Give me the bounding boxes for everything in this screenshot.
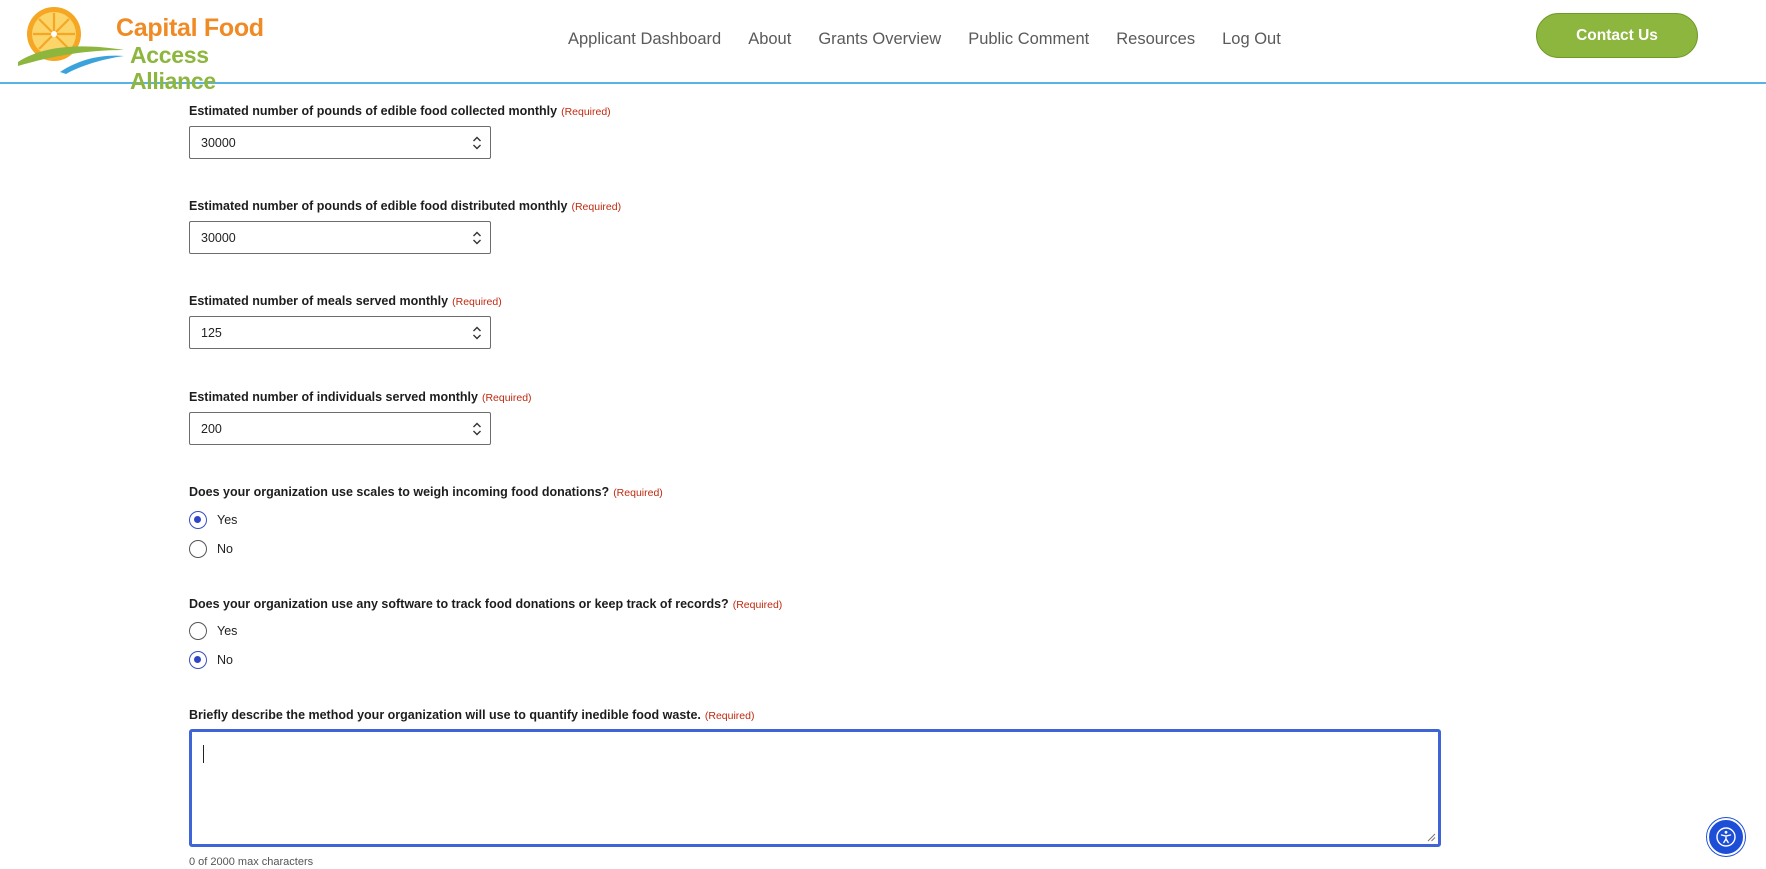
- scales-option-no[interactable]: No: [189, 539, 233, 559]
- input-value: 125: [201, 326, 222, 340]
- input-value: 30000: [201, 136, 236, 150]
- nav-resources[interactable]: Resources: [1116, 30, 1195, 49]
- label-text: Does your organization use scales to wei…: [189, 485, 610, 499]
- food-collected-input[interactable]: 30000: [189, 126, 491, 159]
- required-tag: (Required): [561, 106, 611, 118]
- logo-line-1: Capital Food: [116, 14, 264, 42]
- up-down-chevron-icon[interactable]: [472, 135, 482, 151]
- nav-public-comment[interactable]: Public Comment: [968, 30, 1089, 49]
- field-label-waste-method: Briefly describe the method your organiz…: [189, 708, 754, 722]
- meals-served-input[interactable]: 125: [189, 316, 491, 349]
- food-distributed-input[interactable]: 30000: [189, 221, 491, 254]
- software-option-no[interactable]: No: [189, 650, 233, 670]
- required-tag: (Required): [571, 201, 622, 213]
- radio-label: Yes: [217, 624, 238, 638]
- input-value: 200: [201, 422, 222, 436]
- individuals-served-input[interactable]: 200: [189, 412, 491, 445]
- nav-grants-overview[interactable]: Grants Overview: [818, 30, 941, 49]
- radio-label: Yes: [217, 513, 238, 527]
- scales-option-yes[interactable]: Yes: [189, 510, 237, 530]
- character-counter: 0 of 2000 max characters: [189, 856, 314, 868]
- required-tag: (Required): [613, 487, 663, 499]
- site-logo[interactable]: Capital Food Access Alliance: [16, 4, 276, 94]
- radio-button-checked[interactable]: [189, 511, 207, 529]
- radio-button-checked[interactable]: [189, 651, 207, 669]
- label-text: Does your organization use any software …: [189, 597, 729, 611]
- required-tag: (Required): [732, 599, 783, 611]
- resize-grip-icon[interactable]: [1427, 833, 1436, 842]
- accessibility-person-icon: [1716, 827, 1736, 847]
- site-header: Capital Food Access Alliance Applicant D…: [0, 0, 1766, 94]
- field-label-food-distributed: Estimated number of pounds of edible foo…: [189, 199, 621, 213]
- field-label-meals-served: Estimated number of meals served monthly…: [189, 294, 502, 308]
- main-nav: Applicant Dashboard About Grants Overvie…: [568, 27, 1281, 51]
- nav-applicant-dashboard[interactable]: Applicant Dashboard: [568, 30, 721, 49]
- required-tag: (Required): [481, 392, 532, 404]
- required-tag: (Required): [704, 710, 755, 722]
- required-tag: (Required): [452, 296, 502, 308]
- field-label-individuals-served: Estimated number of individuals served m…: [189, 390, 532, 404]
- up-down-chevron-icon[interactable]: [472, 325, 482, 341]
- field-label-food-collected: Estimated number of pounds of edible foo…: [189, 104, 611, 118]
- nav-about[interactable]: About: [748, 30, 791, 49]
- waste-method-textarea[interactable]: [189, 729, 1441, 847]
- logo-line-2: Access Alliance: [130, 42, 216, 94]
- software-option-yes[interactable]: Yes: [189, 621, 237, 641]
- input-value: 30000: [201, 231, 236, 245]
- question-label-software: Does your organization use any software …: [189, 597, 782, 611]
- up-down-chevron-icon[interactable]: [472, 230, 482, 246]
- radio-button[interactable]: [189, 622, 207, 640]
- label-text: Estimated number of individuals served m…: [189, 390, 478, 404]
- label-text: Estimated number of pounds of edible foo…: [189, 104, 558, 118]
- contact-us-button[interactable]: Contact Us: [1536, 13, 1698, 58]
- logo-wordmark: Capital Food Access Alliance: [100, 14, 276, 94]
- up-down-chevron-icon[interactable]: [472, 421, 482, 437]
- nav-log-out[interactable]: Log Out: [1222, 30, 1281, 49]
- question-label-scales: Does your organization use scales to wei…: [189, 485, 663, 499]
- radio-label: No: [217, 542, 233, 556]
- radio-label: No: [217, 653, 233, 667]
- accessibility-button[interactable]: [1707, 818, 1745, 856]
- label-text: Estimated number of pounds of edible foo…: [189, 199, 568, 213]
- text-caret: [203, 745, 204, 763]
- radio-button[interactable]: [189, 540, 207, 558]
- label-text: Estimated number of meals served monthly: [189, 294, 449, 308]
- label-text: Briefly describe the method your organiz…: [189, 708, 701, 722]
